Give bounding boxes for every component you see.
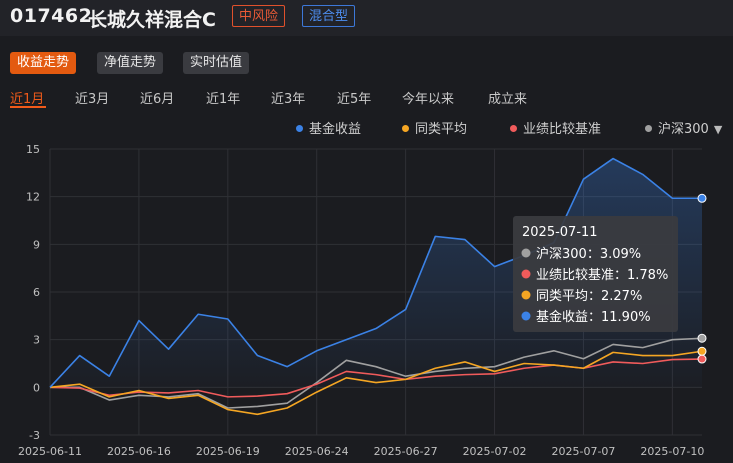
x-tick-label: 2025-06-11 <box>18 445 82 458</box>
x-tick-label: 2025-06-16 <box>107 445 171 458</box>
tooltip-date: 2025-07-11 <box>522 225 598 240</box>
active-period-underline <box>10 106 46 108</box>
tooltip-dot-fund-return <box>521 311 531 321</box>
fund-name: 长城久祥混合C <box>88 9 216 31</box>
period-tab-3y[interactable]: 近3年 <box>271 88 305 107</box>
x-tick-label: 2025-06-24 <box>285 445 349 458</box>
tooltip-dot-csi300 <box>521 248 531 258</box>
legend-dot <box>510 125 517 132</box>
chart-tooltip: 2025-07-11 沪深300：3.09% 业绩比较基准：1.78% 同类平均… <box>513 216 678 332</box>
y-axis-ticks: -3 0 3 6 9 12 15 <box>26 143 40 442</box>
y-tick-label: -3 <box>29 429 40 442</box>
y-tick-label: 3 <box>33 334 40 347</box>
period-tab-ytd[interactable]: 今年以来 <box>402 88 454 107</box>
legend-dot <box>296 125 303 132</box>
risk-badge: 中风险 <box>232 5 286 27</box>
x-axis-ticks: 2025-06-11 2025-06-16 2025-06-19 2025-06-24… <box>18 445 704 458</box>
y-tick-label: 6 <box>33 286 40 299</box>
period-tab-6m[interactable]: 近6月 <box>140 88 174 107</box>
period-tab-5y[interactable]: 近5年 <box>337 88 371 107</box>
fund-header: 017462 长城久祥混合C 中风险 混合型 <box>0 0 733 36</box>
x-tick-label: 2025-07-10 <box>640 445 704 458</box>
x-tick-label: 2025-07-07 <box>551 445 615 458</box>
tooltip-dot-peer-average <box>521 290 531 300</box>
x-tick-label: 2025-06-19 <box>196 445 260 458</box>
end-point-fund-return <box>697 193 707 203</box>
y-tick-label: 12 <box>26 191 40 204</box>
return-chart[interactable]: -303691215 2025-06-11 2025-06-16 2025-06-1… <box>0 135 733 463</box>
fund-code: 017462 <box>10 5 93 27</box>
fund-type-badge: 混合型 <box>302 5 356 27</box>
legend-dot <box>645 125 652 132</box>
tab-realtime-estimate[interactable]: 实时估值 <box>183 52 250 74</box>
tooltip-row-benchmark: 业绩比较基准：1.78% <box>536 268 668 283</box>
tooltip-dot-benchmark <box>521 269 531 279</box>
x-tick-label: 2025-07-02 <box>463 445 527 458</box>
end-point-csi300 <box>697 333 707 343</box>
period-tab-since-inception[interactable]: 成立来 <box>488 88 527 107</box>
x-tick-label: 2025-06-27 <box>374 445 438 458</box>
period-tab-1m[interactable]: 近1月 <box>10 88 44 107</box>
end-point-benchmark <box>697 354 707 364</box>
tab-nav-trend[interactable]: 净值走势 <box>97 52 164 74</box>
end-point-peer-average <box>697 346 707 356</box>
y-tick-label: 9 <box>33 238 40 251</box>
tooltip-row-peer-average: 同类平均：2.27% <box>536 289 642 304</box>
tooltip-row-csi300: 沪深300：3.09% <box>536 246 641 262</box>
y-tick-label: 15 <box>26 143 40 156</box>
tab-return-trend[interactable]: 收益走势 <box>10 52 77 74</box>
period-tab-1y[interactable]: 近1年 <box>206 88 240 107</box>
legend-dot <box>402 125 409 132</box>
period-tab-3m[interactable]: 近3月 <box>75 88 109 107</box>
tooltip-row-fund-return: 基金收益：11.90% <box>536 309 651 325</box>
y-tick-label: 0 <box>33 381 40 394</box>
